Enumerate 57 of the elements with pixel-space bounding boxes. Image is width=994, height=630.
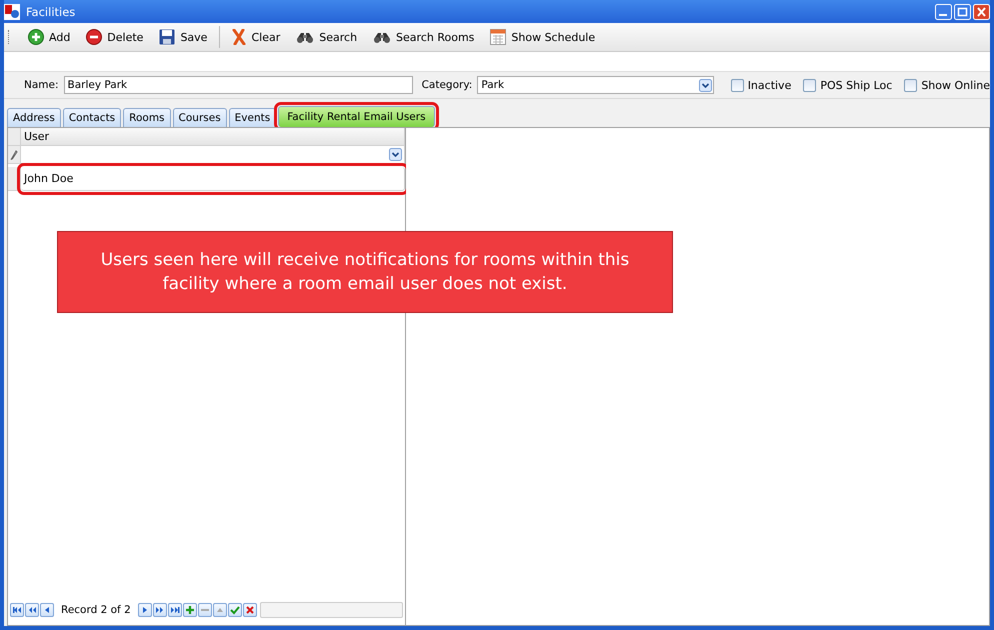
next-page-icon — [154, 605, 165, 615]
callout-note: Users seen here will receive notifications for rooms within this facility where a room email user does not exist. — [57, 231, 673, 313]
binoculars-icon — [373, 30, 392, 44]
cancel-edit-icon — [244, 605, 255, 615]
field-label: Category: — [422, 79, 472, 91]
category-dropdown[interactable]: Park — [477, 76, 714, 94]
add-record-button[interactable] — [182, 603, 197, 617]
close-button[interactable] — [973, 4, 990, 20]
toolbar-button[interactable]: Search — [290, 27, 364, 47]
add-record-icon — [184, 605, 195, 615]
clear-icon — [232, 29, 246, 45]
checkbox[interactable] — [904, 78, 918, 92]
column-header[interactable]: User — [21, 128, 405, 146]
minimize-button[interactable] — [935, 4, 952, 20]
tab[interactable]: Events — [228, 108, 276, 127]
pencil-icon — [10, 150, 18, 160]
binoculars-icon — [296, 30, 314, 44]
next-record-button[interactable] — [138, 603, 152, 617]
edit-record-button[interactable] — [212, 603, 227, 617]
toolbar-button[interactable]: Save — [153, 26, 214, 48]
cancel-edit-button[interactable] — [242, 603, 257, 617]
field-label: Name: — [24, 79, 59, 91]
checkbox-label: POS Ship Loc — [820, 78, 892, 92]
tab[interactable]: Rooms — [123, 108, 171, 127]
toolbar-button[interactable]: Show Schedule — [484, 26, 602, 48]
calendar-icon — [490, 29, 506, 45]
post-edit-icon — [230, 605, 240, 615]
name-field[interactable]: Barley Park — [64, 76, 413, 94]
checkbox-label: Show Online — [921, 78, 990, 92]
previous-record-button[interactable] — [40, 603, 54, 617]
tab[interactable]: Courses — [172, 108, 227, 127]
tab[interactable]: Address — [7, 108, 61, 127]
app-logo-icon — [4, 4, 20, 20]
checkbox[interactable] — [730, 78, 744, 92]
toolbar-button[interactable]: Add — [22, 26, 76, 48]
tab[interactable]: Contacts — [62, 108, 122, 127]
record-counter: Record 2 of 2 — [61, 604, 131, 616]
checkbox[interactable] — [803, 78, 816, 92]
delete-icon — [86, 29, 102, 45]
previous-page-icon — [27, 605, 37, 615]
post-edit-button[interactable] — [228, 603, 242, 617]
last-record-icon — [170, 605, 180, 615]
add-icon — [28, 29, 44, 45]
maximize-button[interactable] — [954, 4, 971, 20]
toolbar-button[interactable]: Delete — [80, 26, 150, 48]
previous-page-button[interactable] — [25, 603, 39, 617]
window-title: Facilities — [26, 4, 76, 18]
toolbar-button[interactable]: Search Rooms — [367, 27, 480, 47]
next-page-button[interactable] — [152, 603, 167, 617]
delete-record-button[interactable] — [198, 603, 212, 617]
horizontal-scrollbar[interactable] — [260, 602, 403, 618]
toolbar-button[interactable]: Clear — [226, 26, 286, 48]
first-record-button[interactable] — [10, 603, 24, 617]
checkbox-label: Inactive — [748, 78, 792, 92]
new-row-dropdown[interactable] — [21, 146, 405, 164]
last-record-button[interactable] — [168, 603, 182, 617]
first-record-icon — [12, 605, 22, 615]
